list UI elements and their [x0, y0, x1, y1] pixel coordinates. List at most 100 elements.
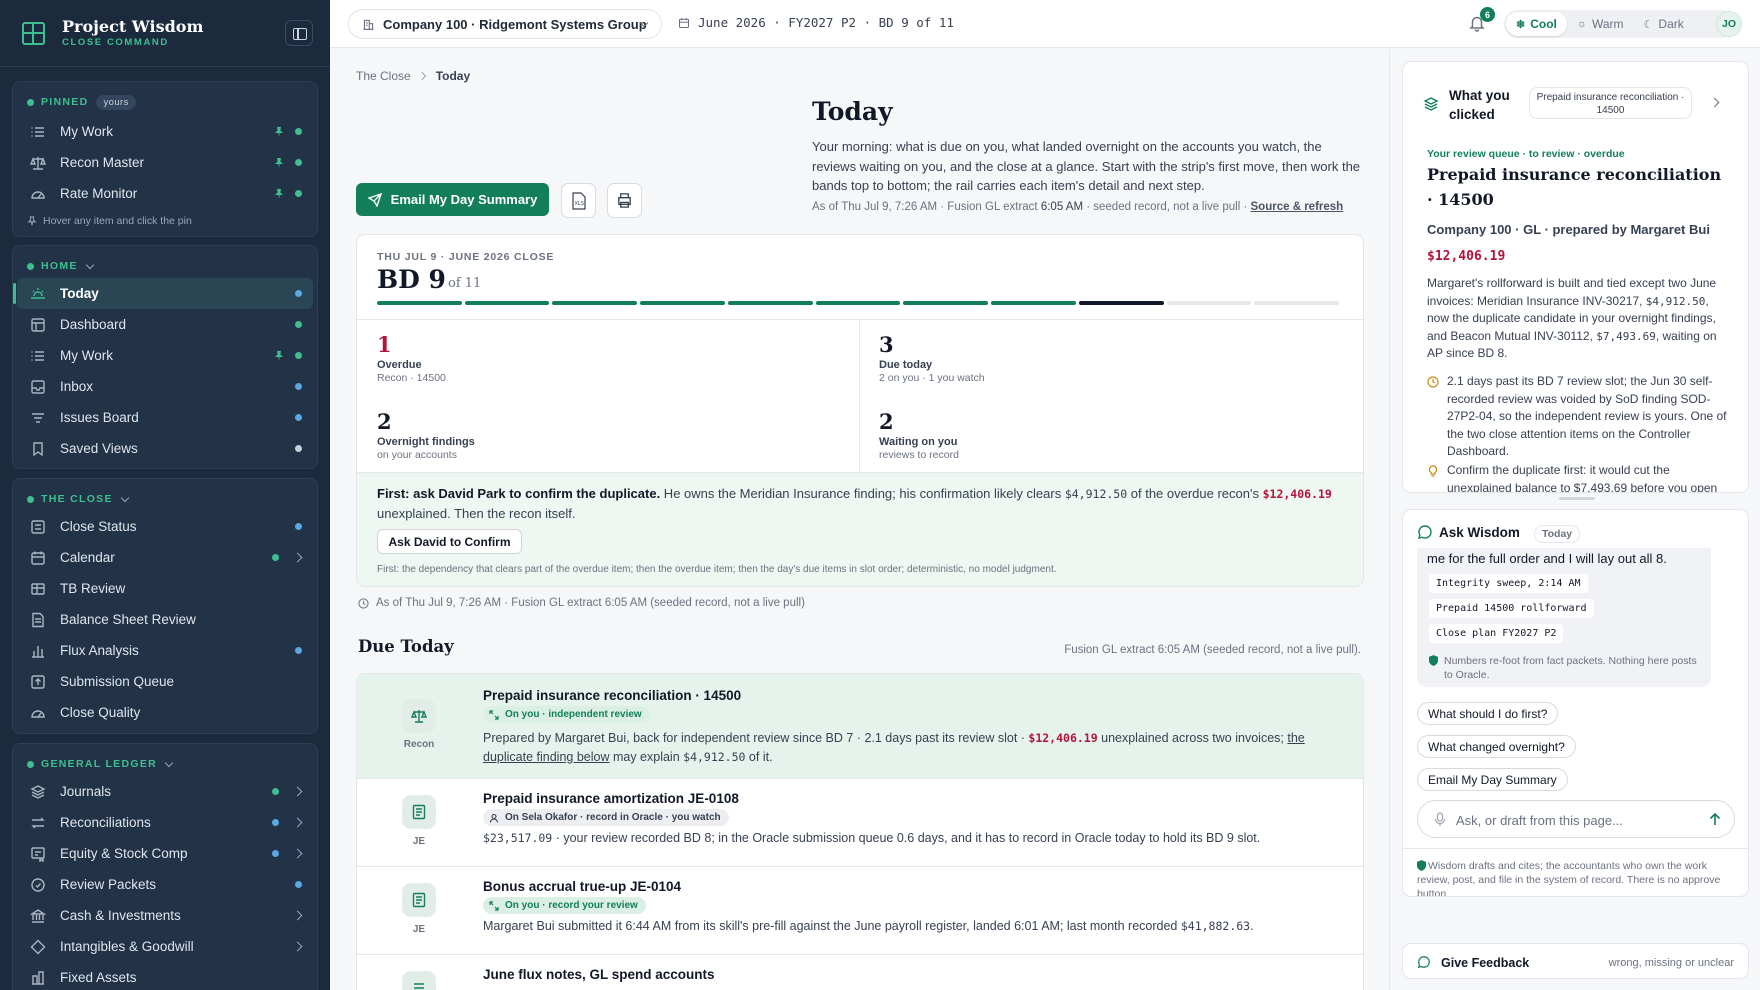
nav-label: Saved Views — [60, 441, 138, 456]
pinned-group: PINNED yours My Work Recon Master Rate M… — [12, 81, 318, 237]
stat-waiting-on-you[interactable]: 2 Waiting on you reviews to record — [879, 409, 959, 461]
chevron-right-icon[interactable] — [292, 817, 303, 828]
filter-icon — [30, 410, 46, 426]
chevron-right-icon[interactable] — [1709, 97, 1720, 108]
theme-cool-button[interactable]: ❄ Cool — [1506, 12, 1567, 36]
sidebar-item-equity-stock-comp[interactable]: Equity & Stock Comp — [17, 838, 313, 869]
pin-icon[interactable] — [273, 126, 285, 138]
export-xls-button[interactable]: XLS — [561, 183, 596, 218]
sidebar-item-saved-views[interactable]: Saved Views — [17, 433, 313, 464]
sidebar-item-fixed-assets[interactable]: Fixed Assets — [17, 962, 313, 990]
theme-dark-button[interactable]: ☾ Dark — [1634, 12, 1694, 36]
citation-chip[interactable]: Prepaid 14500 rollforward — [1429, 599, 1594, 618]
item-type: JE — [412, 924, 426, 935]
pinned-item-my-work[interactable]: My Work — [17, 116, 313, 147]
sidebar-item-balance-sheet-review[interactable]: Balance Sheet Review — [17, 604, 313, 635]
ask-david-button[interactable]: Ask David to Confirm — [377, 529, 522, 554]
give-feedback-title: Give Feedback — [1441, 956, 1530, 970]
breadcrumb: The Close Today — [356, 69, 470, 83]
due-today-list: Recon Prepaid insurance reconciliation ·… — [356, 673, 1364, 990]
bank-icon — [30, 908, 46, 924]
list-item[interactable]: June flux notes, GL spend accounts — [357, 955, 1363, 990]
business-day-segment — [640, 301, 725, 305]
stat-overnight-findings[interactable]: 2 Overnight findings on your accounts — [377, 409, 475, 461]
give-feedback-bar[interactable]: Give Feedback wrong, missing or unclear — [1402, 943, 1749, 979]
sidebar-item-close-status[interactable]: Close Status — [17, 511, 313, 542]
print-button[interactable] — [607, 183, 642, 218]
pin-icon[interactable] — [273, 350, 285, 362]
top-bar: Company 100 · Ridgemont Systems Group Ju… — [330, 0, 1760, 48]
suggestion-chip[interactable]: What should I do first? — [1417, 702, 1559, 725]
microphone-icon[interactable] — [1434, 812, 1446, 827]
list-item[interactable]: JE Bonus accrual true-up JE-0104 On you … — [357, 867, 1363, 955]
message-note: Numbers re-foot from fact packets. Nothi… — [1429, 654, 1699, 682]
as-of-footnote-text: As of Thu Jul 9, 7:26 AM · Fusion GL ext… — [376, 597, 805, 609]
status-dot — [295, 445, 302, 452]
stats-grid: 1 Overdue Recon · 14500 3 Due today 2 on… — [357, 319, 1363, 474]
sidebar-item-cash-investments[interactable]: Cash & Investments — [17, 900, 313, 931]
breadcrumb-the-close[interactable]: The Close — [356, 69, 411, 83]
company-selector[interactable]: Company 100 · Ridgemont Systems Group — [348, 9, 662, 39]
sidebar-item-issues-board[interactable]: Issues Board — [17, 402, 313, 433]
sidebar-item-journals[interactable]: Journals — [17, 776, 313, 807]
first-move-lead: First: ask David Park to confirm the dup… — [377, 486, 661, 501]
general-ledger-header[interactable]: GENERAL LEDGER — [13, 754, 317, 774]
suggestion-chip[interactable]: What changed overnight? — [1417, 735, 1576, 758]
stat-label: Overdue — [377, 359, 422, 371]
chat-icon — [1417, 524, 1433, 540]
pinned-item-recon-master[interactable]: Recon Master — [17, 147, 313, 178]
pinned-item-rate-monitor[interactable]: Rate Monitor — [17, 178, 313, 209]
pin-icon[interactable] — [273, 157, 285, 169]
suggestion-chip[interactable]: Email My Day Summary — [1417, 768, 1568, 791]
resize-handle[interactable] — [1559, 497, 1595, 500]
sidebar-item-submission-queue[interactable]: Submission Queue — [17, 666, 313, 697]
send-arrow-icon[interactable] — [1708, 812, 1722, 826]
ask-input[interactable] — [1456, 809, 1696, 831]
brand: Project Wisdom CLOSE COMMAND — [0, 0, 330, 66]
list-item[interactable]: Recon Prepaid insurance reconciliation ·… — [357, 674, 1363, 779]
the-close-header[interactable]: THE CLOSE — [13, 489, 317, 509]
sidebar-item-intangibles-goodwill[interactable]: Intangibles & Goodwill — [17, 931, 313, 962]
due-today-source: Fusion GL extract 6:05 AM (seeded record… — [1064, 644, 1361, 656]
sidebar-item-today[interactable]: Today — [13, 278, 313, 309]
diamond-icon — [30, 939, 46, 955]
sidebar-item-flux-analysis[interactable]: Flux Analysis — [17, 635, 313, 666]
theme-warm-button[interactable]: ☼ Warm — [1567, 12, 1634, 36]
sidebar-item-close-quality[interactable]: Close Quality — [17, 697, 313, 728]
item-description-part: Prepared by Margaret Bui, back for indep… — [483, 731, 1029, 745]
status-dot — [295, 881, 302, 888]
list-icon — [30, 348, 46, 364]
citation-chip[interactable]: Close plan FY2027 P2 — [1429, 624, 1564, 643]
citation-chip[interactable]: Integrity sweep, 2:14 AM — [1429, 574, 1588, 593]
list-item[interactable]: JE Prepaid insurance amortization JE-010… — [357, 779, 1363, 867]
sidebar-item-reconciliations[interactable]: Reconciliations — [17, 807, 313, 838]
sidebar-item-dashboard[interactable]: Dashboard — [17, 309, 313, 340]
item-description-part: Margaret Bui submitted it 6:44 AM from i… — [483, 919, 1181, 933]
pin-icon[interactable] — [273, 188, 285, 200]
stat-due-today[interactable]: 3 Due today 2 on you · 1 you watch — [879, 332, 985, 384]
sidebar-item-calendar[interactable]: Calendar — [17, 542, 313, 573]
sidebar-item-my-work[interactable]: My Work — [17, 340, 313, 371]
first-move-note: First: the dependency that clears part o… — [377, 564, 1057, 575]
collapse-sidebar-button[interactable] — [285, 20, 313, 46]
sidebar-item-tb-review[interactable]: TB Review — [17, 573, 313, 604]
snowflake-icon: ❄ — [1516, 18, 1526, 31]
selected-item-pill[interactable]: Prepaid insurance reconciliation · 14500 — [1529, 87, 1692, 119]
chevron-right-icon[interactable] — [292, 786, 303, 797]
sidebar-item-inbox[interactable]: Inbox — [17, 371, 313, 402]
chevron-right-icon[interactable] — [292, 848, 303, 859]
avatar[interactable]: JO — [1716, 11, 1742, 37]
home-header[interactable]: HOME — [13, 256, 317, 276]
chevron-right-icon[interactable] — [292, 552, 303, 563]
chevron-right-icon[interactable] — [292, 941, 303, 952]
close-strip-card: THU JUL 9 · JUNE 2026 CLOSE BD 9 of 11 1… — [356, 234, 1364, 587]
sidebar-item-review-packets[interactable]: Review Packets — [17, 869, 313, 900]
chevron-right-icon[interactable] — [292, 910, 303, 921]
source-refresh-link[interactable]: Source & refresh — [1251, 201, 1344, 213]
nav-label: Balance Sheet Review — [60, 612, 196, 627]
nav-label: Flux Analysis — [60, 643, 139, 658]
clock-icon — [358, 597, 369, 609]
stat-overdue[interactable]: 1 Overdue Recon · 14500 — [377, 332, 446, 384]
status-dot — [295, 352, 302, 359]
email-day-summary-button[interactable]: Email My Day Summary — [356, 183, 549, 216]
